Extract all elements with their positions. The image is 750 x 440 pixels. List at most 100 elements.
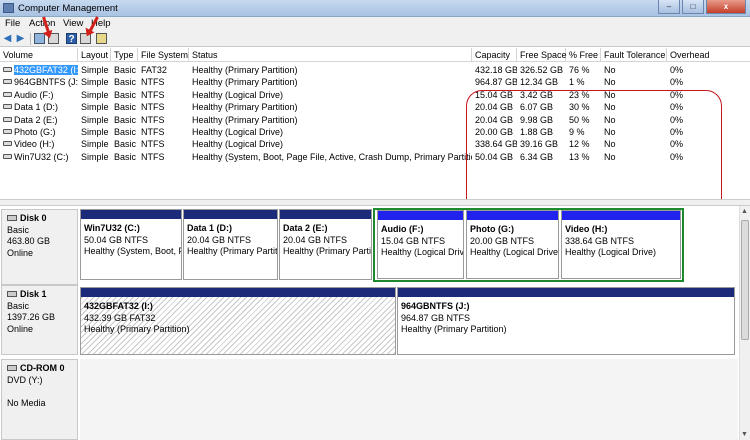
scroll-up-icon[interactable]: ▲	[741, 208, 748, 215]
volume-icon	[3, 153, 12, 159]
toolbar: ◀ ▶ ?	[0, 16, 750, 47]
capacity-cell: 432.18 GB	[475, 65, 517, 75]
partition-size: 964.87 GB NTFS	[401, 312, 471, 323]
layout-cell: Simple	[81, 139, 109, 150]
volume-cell: Photo (G:)	[0, 126, 78, 138]
volume-name: Win7U32 (C:)	[14, 151, 69, 162]
status-cell: Healthy (Logical Drive)	[192, 127, 284, 137]
forward-arrow-icon[interactable]: ▶	[15, 33, 26, 44]
volume-icon	[3, 116, 12, 122]
column-percent-free[interactable]: % Free	[566, 48, 601, 62]
overhead-cell: 0%	[670, 65, 684, 75]
free-cell: 326.52 GB	[520, 65, 564, 75]
minimize-button[interactable]: –	[658, 0, 680, 14]
column-layout[interactable]: Layout	[78, 48, 111, 62]
menu-file[interactable]: File	[5, 18, 20, 29]
partition-size: 50.04 GB NTFS	[84, 234, 149, 245]
volume-cell: Win7U32 (C:)	[0, 151, 78, 163]
overhead-cell: 0%	[670, 127, 684, 137]
partition-size: 20.04 GB NTFS	[187, 234, 252, 245]
primary-partition-bar	[280, 210, 371, 219]
pct-cell: 13 %	[569, 151, 590, 162]
graphical-view: Disk 0 Basic 463.80 GB Online Win7U32 (C…	[0, 206, 750, 440]
volume-name: Photo (G:)	[14, 127, 56, 137]
fault-cell: No	[604, 65, 616, 75]
table-row[interactable]: Photo (G:) Simple Basic NTFS Healthy (Logica…	[0, 126, 750, 138]
capacity-cell: 20.00 GB	[475, 127, 514, 137]
partition-c[interactable]: Win7U32 (C:) 50.04 GB NTFS Healthy (Syst…	[80, 209, 182, 280]
disk-type: Basic	[7, 224, 30, 235]
type-cell: Basic	[114, 77, 137, 88]
volume-list: Volume Layout Type File System Status Ca…	[0, 48, 750, 217]
cdrom-0-label[interactable]: CD-ROM 0 DVD (Y:) No Media	[1, 359, 78, 440]
column-free-space[interactable]: Free Space	[517, 48, 567, 62]
scroll-down-icon[interactable]: ▼	[741, 431, 748, 438]
back-arrow-icon[interactable]: ◀	[2, 33, 13, 44]
volume-cell: 432GBFAT32 (I:)	[0, 64, 78, 76]
maximize-button[interactable]: □	[682, 0, 704, 14]
volume-name: 432GBFAT32 (I:)	[14, 65, 78, 75]
partition-g[interactable]: Photo (G:) 20.00 GB NTFS Healthy (Logica…	[466, 210, 559, 279]
pane-splitter[interactable]	[0, 199, 750, 206]
fault-cell: No	[604, 114, 616, 125]
volume-icon	[3, 129, 12, 134]
volume-icon	[3, 67, 12, 72]
logical-drive-bar	[467, 211, 558, 220]
column-type[interactable]: Type	[111, 48, 138, 62]
vertical-scrollbar[interactable]: ▲ ▼	[739, 206, 750, 440]
pct-cell: 30 %	[569, 102, 590, 113]
type-cell: Basic	[114, 102, 137, 113]
partition-size: 20.00 GB NTFS	[470, 235, 535, 246]
pct-cell: 23 %	[569, 89, 590, 100]
partition-name: 432GBFAT32 (I:)	[84, 301, 153, 311]
column-status[interactable]: Status	[189, 48, 472, 62]
column-fault-tolerance[interactable]: Fault Tolerance	[601, 48, 667, 62]
table-row[interactable]: Audio (F:) Simple Basic NTFS Healthy (Logica…	[0, 89, 750, 101]
scrollbar-thumb[interactable]	[741, 220, 749, 340]
partition-h[interactable]: Video (H:) 338.64 GB NTFS Healthy (Logic…	[561, 210, 681, 279]
fault-cell: No	[604, 89, 616, 100]
table-row[interactable]: Data 1 (D:) Simple Basic NTFS Healthy (Prima…	[0, 101, 750, 113]
disk-status: Online	[7, 323, 34, 334]
primary-partition-bar	[398, 288, 734, 297]
console-icon[interactable]	[96, 33, 107, 44]
partition-size: 432.39 GB FAT32	[84, 312, 156, 323]
disk-status: No Media	[7, 397, 46, 408]
partition-i[interactable]: 432GBFAT32 (I:) 432.39 GB FAT32 Healthy …	[80, 287, 396, 355]
partition-f[interactable]: Audio (F:) 15.04 GB NTFS Healthy (Logica…	[377, 210, 464, 279]
column-file-system[interactable]: File System	[138, 48, 189, 62]
pct-cell: 1 %	[569, 77, 585, 88]
table-row[interactable]: 432GBFAT32 (I:) Simple Basic FAT32 Healthy (…	[0, 64, 750, 76]
primary-partition-bar	[81, 210, 181, 219]
partition-name: Win7U32 (C:)	[84, 223, 140, 233]
volume-name: 964GBNTFS (J:)	[14, 77, 78, 88]
fs-cell: NTFS	[141, 151, 165, 162]
column-volume[interactable]: Volume	[0, 48, 78, 62]
partition-j[interactable]: 964GBNTFS (J:) 964.87 GB NTFS Healthy (P…	[397, 287, 735, 355]
table-row[interactable]: Data 2 (E:) Simple Basic NTFS Healthy (Prima…	[0, 114, 750, 126]
menu-view[interactable]: View	[63, 18, 83, 29]
disk-icon	[7, 291, 17, 297]
computer-management-icon	[3, 3, 14, 13]
table-row[interactable]: Win7U32 (C:) Simple Basic NTFS Healthy (Syst…	[0, 151, 750, 163]
disk-0-label[interactable]: Disk 0 Basic 463.80 GB Online	[1, 209, 78, 285]
cdrom-area	[80, 359, 738, 440]
partition-d[interactable]: Data 1 (D:) 20.04 GB NTFS Healthy (Prima…	[183, 209, 278, 280]
capacity-cell: 338.64 GB	[475, 139, 517, 150]
partition-size: 20.04 GB NTFS	[283, 234, 348, 245]
column-capacity[interactable]: Capacity	[472, 48, 517, 62]
column-overhead[interactable]: Overhead	[667, 48, 750, 62]
table-row[interactable]: 964GBNTFS (J:) Simple Basic NTFS Healthy (Pr…	[0, 76, 750, 88]
overhead-cell: 0%	[670, 89, 684, 100]
partition-e[interactable]: Data 2 (E:) 20.04 GB NTFS Healthy (Prima…	[279, 209, 372, 280]
free-cell: 6.07 GB	[520, 102, 554, 113]
volume-name: Audio (F:)	[14, 89, 54, 100]
help-icon[interactable]: ?	[66, 33, 77, 45]
volume-name: Data 2 (E:)	[14, 114, 58, 125]
table-row[interactable]: Video (H:) Simple Basic NTFS Healthy (Logica…	[0, 138, 750, 150]
status-cell: Healthy (Primary Partition)	[192, 65, 298, 75]
fault-cell: No	[604, 139, 616, 150]
disk-1-label[interactable]: Disk 1 Basic 1397.26 GB Online	[1, 285, 78, 355]
list-header: Volume Layout Type File System Status Ca…	[0, 48, 750, 62]
close-button[interactable]: x	[706, 0, 746, 14]
